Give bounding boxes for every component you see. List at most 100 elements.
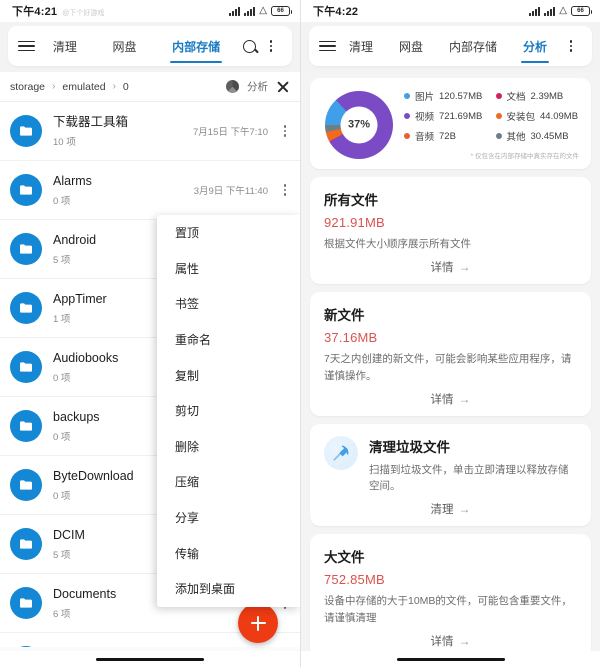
tab-clean[interactable]: 清理 bbox=[51, 26, 79, 66]
legend-value-apks: 44.09MB bbox=[540, 111, 578, 122]
tab-clean[interactable]: 清理 bbox=[347, 26, 375, 66]
context-menu-item-bookmark[interactable]: 书签 bbox=[157, 286, 300, 322]
legend-label-images: 图片 bbox=[415, 89, 434, 103]
context-menu-item-cut[interactable]: 剪切 bbox=[157, 393, 300, 429]
status-bar: 下午4:22 △ 66 bbox=[301, 0, 600, 22]
status-bar-right: △ 66 bbox=[529, 6, 590, 16]
clean-junk-card[interactable]: 清理垃圾文件 扫描到垃圾文件，单击立即清理以释放存储空间。 清理 → bbox=[310, 424, 591, 527]
status-bar-left: 下午4:21 @下个好游戏 bbox=[12, 3, 104, 19]
folder-icon bbox=[10, 469, 42, 501]
system-nav-bar bbox=[0, 651, 300, 667]
folder-icon bbox=[10, 351, 42, 383]
folder-icon bbox=[10, 587, 42, 619]
breadcrumb-item-0[interactable]: 0 bbox=[123, 81, 129, 93]
file-name: Download bbox=[53, 645, 231, 647]
analyze-button[interactable]: 分析 bbox=[247, 79, 268, 94]
folder-icon bbox=[10, 410, 42, 442]
card-size: 921.91MB bbox=[324, 215, 577, 230]
file-count: 0 项 bbox=[53, 193, 194, 207]
nav-home-pill[interactable] bbox=[397, 658, 505, 661]
system-nav-bar bbox=[301, 651, 600, 667]
folder-icon bbox=[10, 528, 42, 560]
tab-internal-storage[interactable]: 内部存储 bbox=[170, 26, 222, 66]
add-button[interactable] bbox=[238, 603, 278, 643]
signal-icon-1 bbox=[229, 7, 240, 16]
overflow-menu-button[interactable] bbox=[260, 40, 282, 52]
new-files-card[interactable]: 新文件 37.16MB 7天之内创建的新文件，可能会影响某些应用程序，请谨慎操作… bbox=[310, 292, 591, 416]
card-size: 752.85MB bbox=[324, 572, 577, 587]
tab-analysis[interactable]: 分析 bbox=[521, 26, 549, 66]
tab-internal-storage[interactable]: 内部存储 bbox=[447, 26, 499, 66]
row-overflow-icon[interactable] bbox=[278, 125, 292, 136]
battery-icon: 66 bbox=[271, 6, 290, 16]
pie-chart-icon[interactable] bbox=[226, 80, 239, 93]
context-menu-item-transfer[interactable]: 传输 bbox=[157, 535, 300, 571]
list-item[interactable]: Alarms 0 项 3月9日 下午11:40 bbox=[0, 161, 300, 220]
analysis-card-list: 37% 图片 120.57MB 文档 2.39MB bbox=[301, 72, 600, 667]
donut-chart: 37% bbox=[322, 91, 396, 159]
app-bar-container: 清理 网盘 内部存储 bbox=[0, 22, 300, 72]
context-menu-item-add-to-desktop[interactable]: 添加到桌面 bbox=[157, 571, 300, 607]
folder-icon bbox=[10, 233, 42, 265]
context-menu-item-share[interactable]: 分享 bbox=[157, 500, 300, 536]
close-icon[interactable] bbox=[276, 80, 290, 94]
breadcrumb-item-emulated[interactable]: emulated bbox=[62, 81, 105, 93]
context-menu-item-properties[interactable]: 属性 bbox=[157, 251, 300, 287]
list-item-text: Download 3 项 bbox=[42, 645, 231, 647]
details-label: 详情 bbox=[431, 259, 454, 275]
context-menu-item-delete[interactable]: 删除 bbox=[157, 429, 300, 465]
arrow-right-icon: → bbox=[459, 634, 471, 648]
legend-dot-videos bbox=[404, 113, 410, 119]
legend-label-videos: 视频 bbox=[415, 109, 434, 123]
card-title: 清理垃圾文件 bbox=[369, 436, 577, 456]
list-item[interactable]: 下载器工具箱 10 项 7月15日 下午7:10 bbox=[0, 102, 300, 161]
all-files-card[interactable]: 所有文件 921.91MB 根据文件大小顺序展示所有文件 详情 → bbox=[310, 177, 591, 284]
legend-item-documents: 文档 2.39MB bbox=[496, 89, 580, 103]
nav-home-pill[interactable] bbox=[96, 658, 204, 661]
overflow-menu-button[interactable] bbox=[560, 40, 582, 52]
legend-value-others: 30.45MB bbox=[531, 131, 569, 142]
context-menu-item-copy[interactable]: 复制 bbox=[157, 357, 300, 393]
arrow-right-icon: → bbox=[459, 260, 471, 274]
list-item-text: 下载器工具箱 10 项 bbox=[42, 114, 193, 147]
large-files-card[interactable]: 大文件 752.85MB 设备中存储的大于10MB的文件，可能包含重要文件，请谨… bbox=[310, 534, 591, 658]
tab-bar: 清理 网盘 内部存储 分析 bbox=[336, 26, 560, 66]
details-button[interactable]: 详情 → bbox=[324, 259, 577, 275]
card-title: 大文件 bbox=[324, 546, 577, 566]
clean-button[interactable]: 清理 → bbox=[324, 501, 577, 517]
legend-value-images: 120.57MB bbox=[439, 91, 482, 102]
card-title: 所有文件 bbox=[324, 189, 577, 209]
dual-screenshot-container: 下午4:21 @下个好游戏 △ 66 清理 网盘 内部存储 bbox=[0, 0, 600, 667]
legend-dot-audio bbox=[404, 133, 410, 139]
details-button[interactable]: 详情 → bbox=[324, 391, 577, 407]
context-menu-item-pin[interactable]: 置顶 bbox=[157, 215, 300, 251]
breadcrumb-item-storage[interactable]: storage bbox=[10, 81, 45, 93]
hamburger-icon[interactable] bbox=[319, 41, 336, 52]
legend-item-apks: 安装包 44.09MB bbox=[496, 109, 580, 123]
legend-value-audio: 72B bbox=[439, 131, 456, 142]
file-name: 下载器工具箱 bbox=[53, 114, 193, 130]
file-name: Alarms bbox=[53, 173, 194, 189]
legend-dot-apks bbox=[496, 113, 502, 119]
kebab-menu-icon bbox=[570, 40, 573, 52]
status-watermark: @下个好游戏 bbox=[62, 8, 104, 18]
breadcrumb: storage › emulated › 0 分析 bbox=[0, 72, 300, 102]
hamburger-icon[interactable] bbox=[18, 41, 35, 52]
legend-label-others: 其他 bbox=[507, 129, 526, 143]
wifi-icon: △ bbox=[259, 6, 267, 16]
tab-cloud-drive[interactable]: 网盘 bbox=[110, 26, 138, 66]
details-button[interactable]: 详情 → bbox=[324, 633, 577, 649]
legend-dot-images bbox=[404, 93, 410, 99]
file-count: 10 项 bbox=[53, 134, 193, 148]
clean-card-body: 清理垃圾文件 扫描到垃圾文件，单击立即清理以释放存储空间。 bbox=[369, 436, 577, 495]
row-overflow-icon[interactable] bbox=[278, 184, 292, 195]
search-button[interactable] bbox=[238, 40, 260, 53]
legend-label-apks: 安装包 bbox=[507, 109, 536, 123]
tab-cloud-drive[interactable]: 网盘 bbox=[397, 26, 425, 66]
card-description: 根据文件大小顺序展示所有文件 bbox=[324, 236, 577, 252]
context-menu[interactable]: 置顶 属性 书签 重命名 复制 剪切 删除 压缩 分享 传输 添加到桌面 bbox=[157, 215, 300, 607]
context-menu-item-rename[interactable]: 重命名 bbox=[157, 322, 300, 358]
legend-label-documents: 文档 bbox=[507, 89, 526, 103]
legend-value-documents: 2.39MB bbox=[531, 91, 564, 102]
context-menu-item-compress[interactable]: 压缩 bbox=[157, 464, 300, 500]
